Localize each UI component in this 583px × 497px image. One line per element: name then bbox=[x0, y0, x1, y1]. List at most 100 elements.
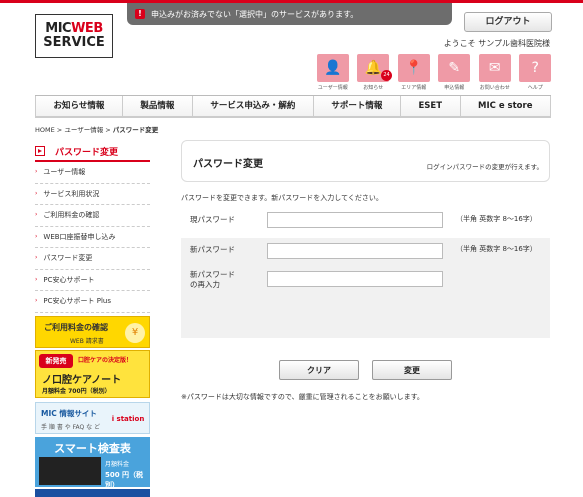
nav-service-apply[interactable]: サービス申込み・解約 bbox=[193, 96, 314, 116]
oral-banner-catch: 口腔ケアの決定版！ bbox=[78, 357, 133, 364]
clear-button[interactable]: クリア bbox=[279, 360, 359, 380]
inquiry-label: お問い合わせ bbox=[479, 85, 510, 91]
confirm-password-label-line1: 新パスワード bbox=[190, 270, 235, 279]
mic-web-service-logo[interactable]: MICWEB SERVICE bbox=[35, 14, 113, 58]
notice-count-badge: 24 bbox=[381, 70, 392, 81]
breadcrumb: HOME > ユーザー情報 > パスワード変更 bbox=[35, 124, 158, 134]
breadcrumb-current: パスワード変更 bbox=[112, 126, 159, 134]
confirm-password-row: 新パスワード の再入力 bbox=[181, 266, 550, 296]
sidebar-item-label: サービス利用状況 bbox=[43, 189, 100, 198]
sidebar-menu: › ユーザー情報 › サービス利用状況 › ご利用料金の確認 › WEB口座振替申し込み… bbox=[35, 162, 150, 313]
logo-text-mic: MIC bbox=[45, 21, 72, 36]
new-password-label: 新パスワード bbox=[190, 245, 235, 254]
breadcrumb-separator: > bbox=[103, 126, 113, 134]
fee-banner-sub: WEB 請求書 bbox=[70, 338, 104, 345]
application-info-icon: ✎ bbox=[438, 54, 471, 82]
password-form: 現パスワード （半角 英数字 8～16字） 新パスワード （半角 英数字 8～1… bbox=[181, 206, 550, 338]
user-info-label: ユーザー情報 bbox=[317, 85, 348, 91]
nav-products[interactable]: 製品情報 bbox=[123, 96, 193, 116]
sidebar-item-web-transfer[interactable]: › WEB口座振替申し込み bbox=[35, 227, 150, 248]
area-info-label: エリア情報 bbox=[401, 85, 427, 91]
smart-banner-sub: 月額料金 bbox=[105, 461, 130, 468]
smart-inspection-banner[interactable]: スマート検査表 月額料金 500 円（税別） bbox=[35, 437, 150, 487]
chevron-right-icon: › bbox=[35, 168, 38, 176]
inspection-sheet-image bbox=[39, 457, 101, 485]
sidebar-item-pc-support[interactable]: › PC安心サポート bbox=[35, 270, 150, 291]
bottom-banner-partial[interactable] bbox=[35, 489, 150, 497]
chevron-right-icon: › bbox=[35, 254, 38, 262]
yen-icon: ¥ bbox=[125, 323, 145, 343]
confirm-password-input[interactable] bbox=[267, 271, 443, 287]
inquiry-icon: ✉ bbox=[478, 54, 511, 82]
chevron-right-icon: › bbox=[35, 297, 38, 305]
sidebar-item-pc-support-plus[interactable]: › PC安心サポート Plus bbox=[35, 291, 150, 313]
sidebar-item-user-info[interactable]: › ユーザー情報 bbox=[35, 162, 150, 184]
nav-mic-e-store[interactable]: MIC e store bbox=[461, 96, 551, 116]
area-info-link[interactable]: 📍 エリア情報 bbox=[397, 54, 431, 94]
application-info-label: 申込情報 bbox=[444, 85, 465, 91]
sidebar-item-label: PC安心サポート bbox=[43, 275, 95, 284]
help-icon: ? bbox=[519, 54, 552, 82]
logo-text-web: WEB bbox=[71, 21, 103, 36]
breadcrumb-separator: > bbox=[54, 126, 65, 134]
mic-info-site-banner[interactable]: MIC 情報サイト 手 順 書 や FAQ な ど i station bbox=[35, 402, 150, 434]
confirm-password-label-line2: の再入力 bbox=[190, 280, 220, 289]
nav-support[interactable]: サポート情報 bbox=[314, 96, 401, 116]
i-station-logo: i station bbox=[111, 415, 145, 423]
page-subtitle: ログインパスワードの変更が行えます。 bbox=[426, 163, 543, 171]
sidebar-item-label: WEB口座振替申し込み bbox=[43, 232, 116, 241]
new-password-hint: （半角 英数字 8～16字） bbox=[456, 245, 537, 253]
sidebar-title: パスワード変更 bbox=[35, 142, 150, 162]
alert-icon: ! bbox=[135, 9, 145, 19]
user-info-link[interactable]: 👤 ユーザー情報 bbox=[316, 54, 350, 94]
nav-news[interactable]: お知らせ情報 bbox=[35, 96, 123, 116]
chevron-right-icon: › bbox=[35, 189, 38, 197]
help-link[interactable]: ? ヘルプ bbox=[519, 54, 553, 94]
mic-info-title: MIC 情報サイト bbox=[41, 409, 97, 418]
new-password-input[interactable] bbox=[267, 243, 443, 259]
area-info-icon: 📍 bbox=[397, 54, 430, 82]
oral-banner-title: ノ口腔ケアノート bbox=[42, 375, 122, 386]
current-password-input[interactable] bbox=[267, 212, 443, 228]
application-info-link[interactable]: ✎ 申込情報 bbox=[438, 54, 472, 94]
change-button[interactable]: 変更 bbox=[372, 360, 452, 380]
pending-service-alert[interactable]: ! 申込みがお済みでない「選択中」のサービスがあります。 bbox=[127, 3, 452, 25]
sidebar-title-text: パスワード変更 bbox=[55, 147, 119, 158]
user-info-icon: 👤 bbox=[316, 54, 349, 82]
nav-eset[interactable]: ESET bbox=[401, 96, 461, 116]
smart-banner-title: スマート検査表 bbox=[54, 442, 131, 455]
breadcrumb-user-info[interactable]: ユーザー情報 bbox=[64, 126, 103, 134]
sidebar-item-label: ユーザー情報 bbox=[43, 168, 86, 177]
confirm-password-label: 新パスワード の再入力 bbox=[190, 270, 235, 290]
sidebar-item-label: PC安心サポート Plus bbox=[43, 297, 111, 306]
fee-check-banner[interactable]: ご利用料金の確認 WEB 請求書 ¥ bbox=[35, 316, 150, 348]
welcome-text: ようこそ サンプル歯科医院様 bbox=[443, 39, 550, 48]
current-password-row: 現パスワード （半角 英数字 8～16字） bbox=[181, 206, 550, 238]
sidebar-item-label: パスワード変更 bbox=[43, 254, 93, 263]
notice-label: お知らせ bbox=[363, 85, 384, 91]
chevron-right-icon: › bbox=[35, 232, 38, 240]
new-password-row: 新パスワード （半角 英数字 8～16字） bbox=[181, 238, 550, 266]
sidebar-item-fee-check[interactable]: › ご利用料金の確認 bbox=[35, 205, 150, 227]
oral-banner-price: 月額料金 700円（税別） bbox=[42, 388, 111, 395]
sidebar-item-password-change[interactable]: › パスワード変更 bbox=[35, 248, 150, 270]
page-title: パスワード変更 bbox=[193, 159, 263, 170]
notice-link[interactable]: 🔔 24 お知らせ bbox=[357, 54, 392, 94]
breadcrumb-home[interactable]: HOME bbox=[35, 126, 55, 134]
new-release-tag: 新発売 bbox=[39, 354, 73, 368]
global-nav: お知らせ情報 製品情報 サービス申込み・解約 サポート情報 ESET MIC e… bbox=[35, 95, 551, 118]
logout-button[interactable]: ログアウト bbox=[464, 12, 552, 32]
sidebar-item-service-usage[interactable]: › サービス利用状況 bbox=[35, 184, 150, 205]
form-intro-text: パスワードを変更できます。新パスワードを入力してください。 bbox=[181, 194, 383, 202]
inquiry-link[interactable]: ✉ お問い合わせ bbox=[478, 54, 512, 94]
page-title-box: パスワード変更 ログインパスワードの変更が行えます。 bbox=[181, 140, 550, 182]
current-password-label: 現パスワード bbox=[190, 215, 235, 224]
oral-care-note-banner[interactable]: 新発売 口腔ケアの決定版！ ノ口腔ケアノート 月額料金 700円（税別） bbox=[35, 350, 150, 398]
header-icon-menu: 👤 ユーザー情報 🔔 24 お知らせ 📍 エリア情報 ✎ 申込情報 ✉ お問い合… bbox=[316, 54, 552, 94]
chevron-right-icon: › bbox=[35, 211, 38, 219]
help-label: ヘルプ bbox=[527, 85, 543, 91]
chevron-right-icon: › bbox=[35, 275, 38, 283]
alert-text: 申込みがお済みでない「選択中」のサービスがあります。 bbox=[151, 9, 359, 19]
sidebar-item-label: ご利用料金の確認 bbox=[43, 211, 100, 220]
fee-banner-title: ご利用料金の確認 bbox=[44, 323, 108, 332]
